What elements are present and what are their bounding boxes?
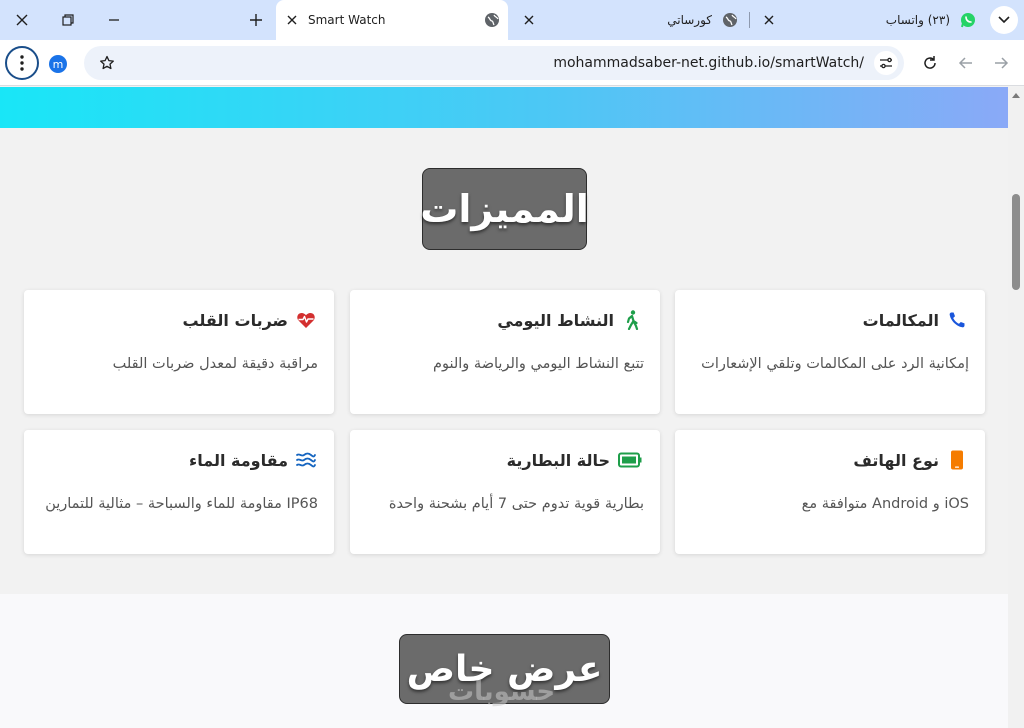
mobile-phone-icon — [947, 450, 967, 470]
card-description: إمكانية الرد على المكالمات وتلقي الإشعار… — [701, 356, 969, 372]
tab-smart-watch[interactable]: Smart Watch — [276, 0, 508, 40]
forward-arrow-icon[interactable] — [990, 52, 1012, 74]
features-title: المميزات — [420, 168, 589, 250]
card-description: iOS و Android متوافقة مع — [801, 496, 969, 512]
card-title: النشاط اليومي — [497, 310, 614, 330]
close-icon[interactable] — [283, 11, 301, 29]
feature-card-heart-rate: ضربات القلب مراقبة دقيقة لمعدل ضربات الق… — [24, 290, 334, 414]
tab-label: كورساتي — [667, 13, 712, 27]
feature-card-calls: المكالمات إمكانية الرد على المكالمات وتل… — [675, 290, 985, 414]
tab-label: (٢٣) واتساب — [885, 13, 950, 27]
close-icon[interactable] — [520, 11, 538, 29]
window-minimize-icon[interactable] — [99, 6, 129, 34]
walking-person-icon — [622, 310, 642, 330]
hero-banner — [0, 87, 1008, 128]
card-description: IP68 مقاومة للماء والسباحة – مثالية للتم… — [45, 496, 318, 512]
scrollbar-thumb[interactable] — [1012, 194, 1020, 290]
battery-full-icon — [618, 450, 642, 470]
feature-card-phone-type: نوع الهاتف iOS و Android متوافقة مع — [675, 430, 985, 554]
water-waves-icon — [296, 450, 316, 470]
window-restore-icon[interactable] — [53, 6, 83, 34]
address-bar[interactable]: mohammadsaber-net.github.io/smartWatch/ — [84, 46, 904, 80]
feature-card-battery: حالة البطارية بطارية قوية تدوم حتى 7 أيا… — [350, 430, 660, 554]
features-section: المميزات المكالمات إمكانية الرد على المك… — [0, 128, 1008, 594]
url-text: mohammadsaber-net.github.io/smartWatch/ — [553, 55, 864, 71]
card-title: حالة البطارية — [506, 450, 610, 470]
tab-search-button[interactable] — [990, 6, 1018, 34]
tab-korsaty[interactable]: كورساتي — [512, 0, 748, 40]
tab-strip: Smart Watch كورساتي (٢٣) واتساب — [0, 0, 1024, 40]
watermark: حسوبات — [448, 677, 556, 707]
feature-card-daily-activity: النشاط اليومي تتبع النشاط اليومي والرياض… — [350, 290, 660, 414]
card-title: نوع الهاتف — [853, 450, 939, 470]
tab-separator — [749, 12, 750, 28]
tab-whatsapp[interactable]: (٢٣) واتساب — [752, 0, 984, 40]
special-offer-section: عرض خاص — [0, 594, 1008, 728]
card-title: ضربات القلب — [182, 310, 288, 330]
window-close-icon[interactable] — [7, 6, 37, 34]
globe-icon — [722, 12, 738, 28]
page-viewport: المميزات المكالمات إمكانية الرد على المك… — [0, 87, 1008, 728]
card-description: بطارية قوية تدوم حتى 7 أيام بشحنة واحدة — [388, 496, 644, 512]
card-title: مقاومة الماء — [189, 450, 288, 470]
scroll-up-arrow-icon[interactable] — [1012, 93, 1020, 98]
browser-menu-button[interactable] — [5, 46, 39, 80]
card-title: المكالمات — [862, 310, 939, 330]
site-settings-icon[interactable] — [874, 51, 898, 75]
card-description: مراقبة دقيقة لمعدل ضربات القلب — [112, 356, 318, 372]
close-icon[interactable] — [760, 11, 778, 29]
phone-icon — [947, 310, 967, 330]
globe-icon — [484, 12, 500, 28]
reload-icon[interactable] — [919, 52, 941, 74]
star-icon[interactable] — [98, 54, 116, 72]
card-description: تتبع النشاط اليومي والرياضة والنوم — [433, 356, 644, 372]
whatsapp-icon — [960, 12, 976, 28]
page-scrollbar[interactable] — [1008, 87, 1024, 728]
feature-card-water-resistance: مقاومة الماء IP68 مقاومة للماء والسباحة … — [24, 430, 334, 554]
back-arrow-icon[interactable] — [955, 52, 977, 74]
tab-label: Smart Watch — [308, 13, 386, 27]
browser-toolbar: m mohammadsaber-net.github.io/smartWatch… — [0, 40, 1024, 86]
new-tab-button[interactable] — [242, 6, 270, 34]
profile-avatar[interactable]: m — [49, 55, 67, 73]
heart-pulse-icon — [296, 310, 316, 330]
